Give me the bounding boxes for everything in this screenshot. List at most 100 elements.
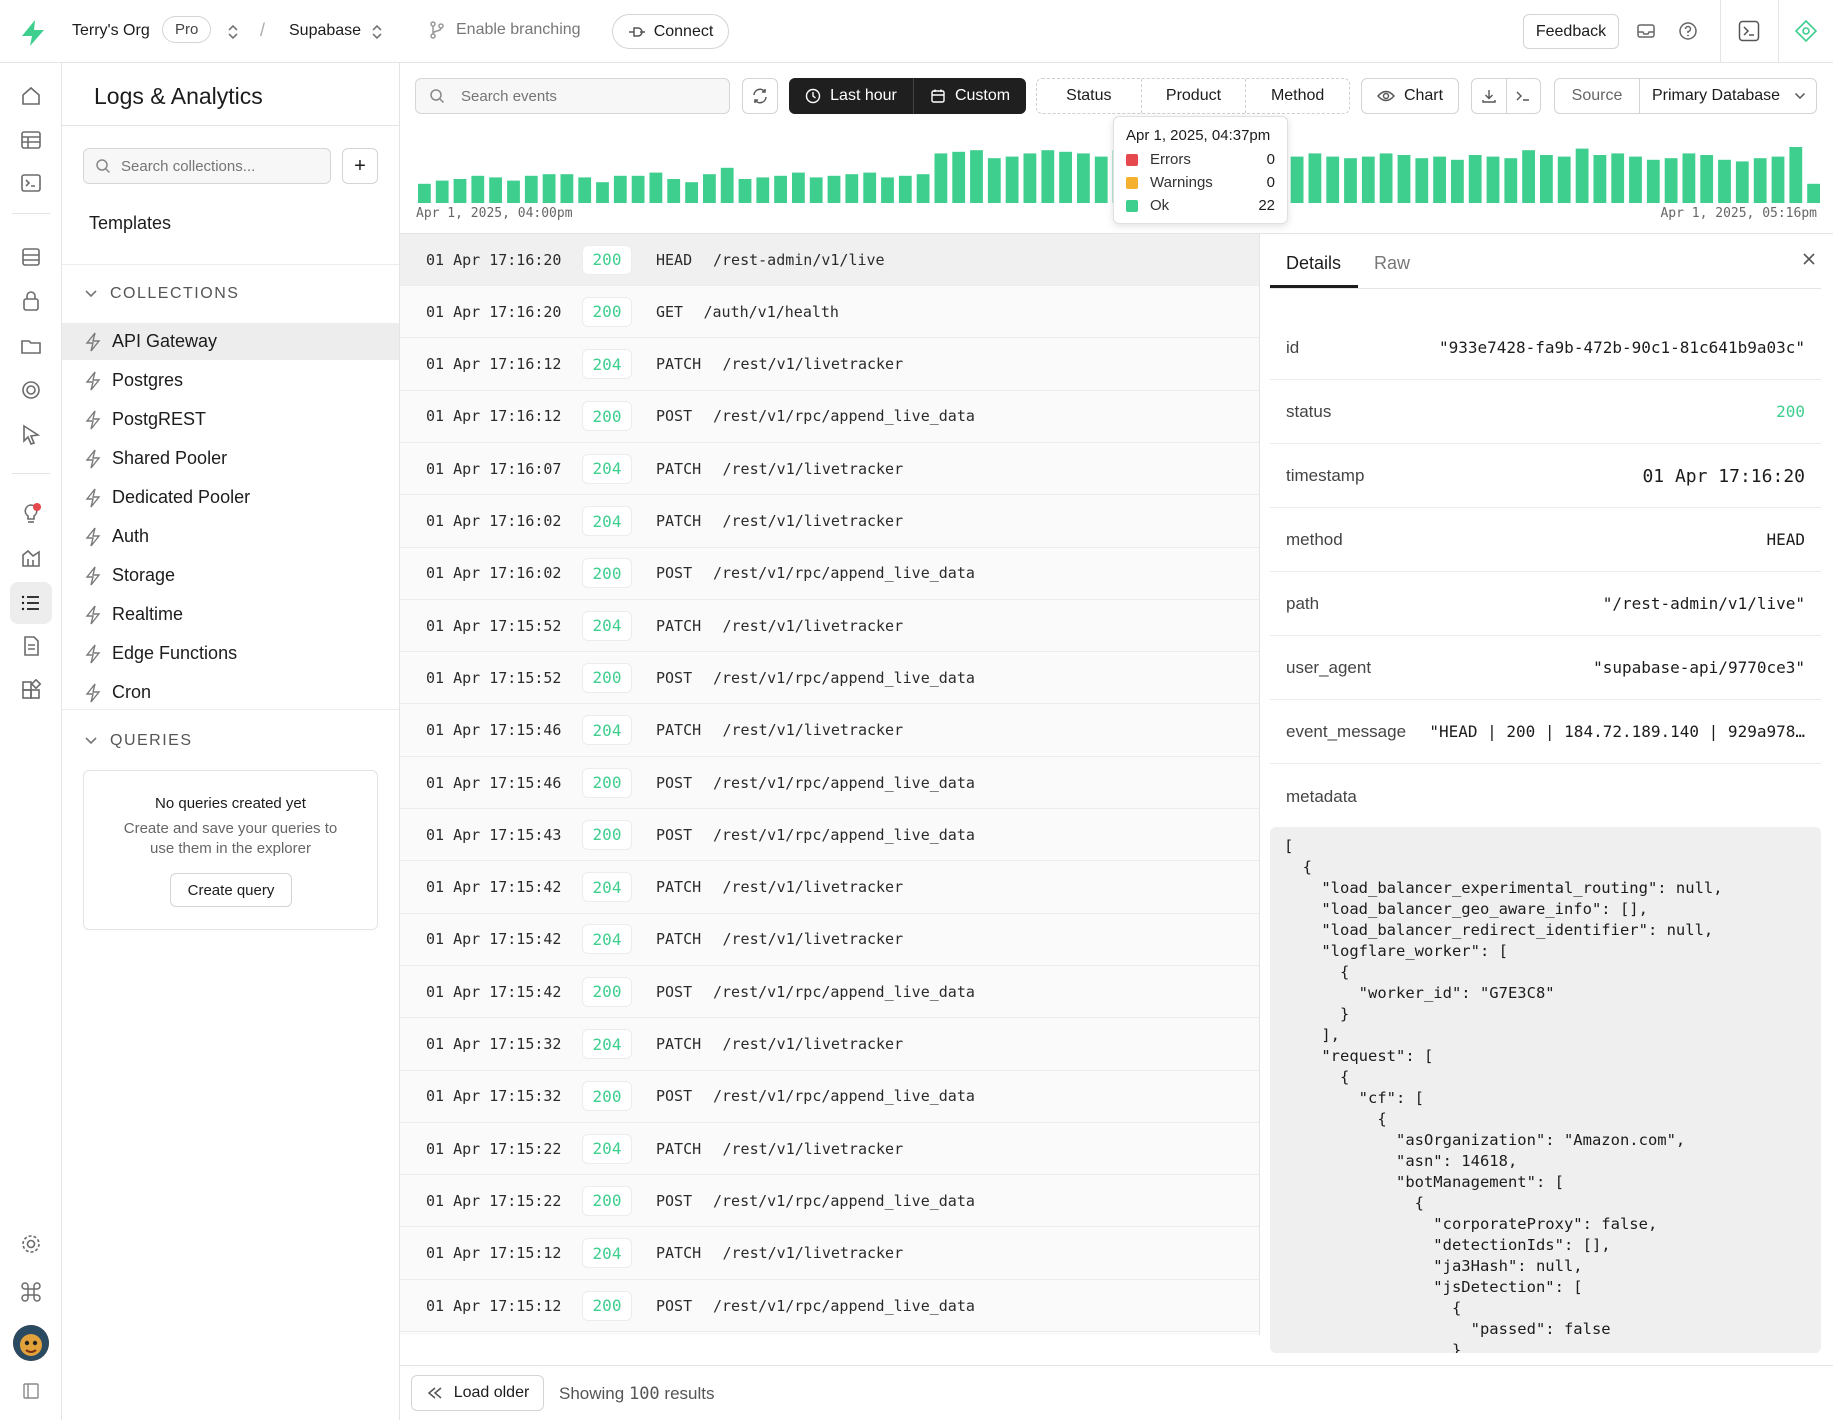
histogram-bar[interactable] [1308, 153, 1322, 203]
histogram-bar[interactable] [827, 175, 841, 203]
open-in-sql-button[interactable] [1507, 79, 1541, 113]
sidebar-item-collection[interactable]: Cron [62, 674, 399, 711]
histogram-bar[interactable] [578, 177, 592, 203]
table-editor-icon[interactable] [18, 127, 44, 153]
table-row[interactable]: 01 Apr 17:15:32 204 PATCH/rest/v1/livetrac… [400, 1018, 1259, 1071]
histogram-bar[interactable] [1397, 155, 1411, 203]
logs-nav-active[interactable] [10, 582, 52, 624]
histogram-bar[interactable] [1700, 155, 1714, 203]
histogram-bar[interactable] [1290, 156, 1304, 203]
org-switcher-chevron-icon[interactable] [226, 22, 240, 42]
sidebar-item-collection[interactable]: Auth [62, 518, 399, 555]
project-switcher-chevron-icon[interactable] [370, 22, 384, 42]
histogram-bar[interactable] [1326, 156, 1340, 203]
events-search-input[interactable] [459, 86, 713, 106]
database-icon[interactable] [18, 244, 44, 270]
histogram-bar[interactable] [560, 174, 574, 203]
table-row[interactable]: 01 Apr 17:15:52 200 POST/rest/v1/rpc/appen… [400, 652, 1259, 705]
histogram-bar[interactable] [1629, 156, 1642, 203]
table-row[interactable]: 01 Apr 17:15:42 200 POST/rest/v1/rpc/appen… [400, 966, 1259, 1019]
create-query-button[interactable]: Create query [170, 873, 292, 907]
last-hour-button[interactable]: Last hour [789, 78, 914, 114]
sidebar-item-collection[interactable]: Realtime [62, 596, 399, 633]
events-search[interactable] [415, 78, 730, 114]
sidebar-item-collection[interactable]: Shared Pooler [62, 440, 399, 477]
histogram-bar[interactable] [774, 175, 787, 203]
histogram-bar[interactable] [1379, 153, 1393, 203]
histogram-bar[interactable] [863, 172, 877, 203]
histogram-bar[interactable] [1807, 183, 1820, 203]
histogram-bar[interactable] [720, 167, 734, 203]
refresh-button[interactable] [742, 78, 778, 114]
help-icon[interactable] [1678, 21, 1698, 41]
status-filter[interactable]: Status [1037, 79, 1142, 113]
histogram-bar[interactable] [934, 153, 948, 203]
metadata-json[interactable]: [ { "load_balancer_experimental_routing"… [1270, 827, 1821, 1353]
table-row[interactable]: 01 Apr 17:15:46 200 POST/rest/v1/rpc/appen… [400, 757, 1259, 809]
download-button[interactable] [1472, 79, 1507, 113]
org-name[interactable]: Terry's Org [72, 22, 150, 40]
load-older-button[interactable]: Load older [411, 1375, 544, 1411]
advisors-icon[interactable] [18, 500, 44, 526]
method-filter[interactable]: Method [1246, 79, 1349, 113]
table-row[interactable]: 01 Apr 17:15:46 204 PATCH/rest/v1/livetrac… [400, 704, 1259, 757]
table-row[interactable]: 01 Apr 17:15:52 204 PATCH/rest/v1/livetrac… [400, 600, 1259, 653]
histogram-bar[interactable] [738, 179, 752, 203]
histogram-bar[interactable] [1504, 158, 1518, 203]
histogram-bar[interactable] [1664, 158, 1678, 203]
detail-row-event-message[interactable]: event_message "HEAD | 200 | 184.72.189.14… [1270, 700, 1821, 764]
collections-search[interactable] [83, 148, 331, 184]
sql-editor-icon[interactable] [18, 170, 44, 196]
sidebar-item-collection[interactable]: PostgREST [62, 401, 399, 438]
histogram-bar[interactable] [649, 172, 663, 203]
histogram-bar[interactable] [1540, 155, 1553, 203]
realtime-icon[interactable] [18, 377, 44, 403]
histogram-bar[interactable] [1041, 150, 1055, 203]
table-row[interactable]: 01 Apr 17:15:32 200 POST/rest/v1/rpc/appen… [400, 1070, 1259, 1123]
collapse-sidebar-icon[interactable] [18, 1378, 44, 1404]
project-name[interactable]: Supabase [289, 22, 361, 40]
terminal-icon[interactable] [1738, 20, 1760, 42]
table-row[interactable]: 01 Apr 17:16:12 200 POST/rest/v1/rpc/appen… [400, 390, 1259, 443]
histogram-bar[interactable] [1023, 153, 1037, 203]
table-row[interactable]: 01 Apr 17:16:02 200 POST/rest/v1/rpc/appen… [400, 547, 1259, 600]
histogram-bar[interactable] [489, 177, 502, 203]
chart-toggle-button[interactable]: Chart [1361, 78, 1459, 114]
histogram-bar[interactable] [1753, 158, 1767, 203]
avatar[interactable] [13, 1325, 49, 1361]
detail-row-status[interactable]: status 200 [1270, 380, 1821, 444]
detail-row-user-agent[interactable]: user_agent "supabase-api/9770ce3" [1270, 636, 1821, 700]
table-row[interactable]: 01 Apr 17:15:12 200 POST/rest/v1/rpc/appen… [400, 1280, 1259, 1332]
sidebar-item-collection[interactable]: Postgres [62, 362, 399, 399]
product-filter[interactable]: Product [1142, 79, 1247, 113]
histogram-bar[interactable] [453, 179, 467, 203]
sidebar-item-collection[interactable]: Dedicated Pooler [62, 479, 399, 516]
enable-branching-button[interactable]: Enable branching [428, 20, 581, 40]
custom-range-button[interactable]: Custom [914, 78, 1026, 114]
histogram-bar[interactable] [1415, 158, 1429, 203]
table-row[interactable]: 01 Apr 17:15:42 204 PATCH/rest/v1/livetrac… [400, 913, 1259, 966]
histogram-bar[interactable] [1433, 156, 1446, 203]
inbox-icon[interactable] [1636, 22, 1656, 40]
table-row[interactable]: 01 Apr 17:15:42 204 PATCH/rest/v1/livetrac… [400, 861, 1259, 914]
sidebar-item-collection[interactable]: API Gateway [62, 323, 399, 360]
histogram-bar[interactable] [1575, 148, 1589, 203]
histogram-bar[interactable] [1451, 159, 1464, 203]
histogram-bar[interactable] [667, 179, 681, 203]
integrations-icon[interactable] [18, 677, 44, 703]
histogram-bar[interactable] [952, 151, 966, 203]
histogram-bar[interactable] [792, 172, 805, 203]
histogram-bar[interactable] [1468, 155, 1482, 203]
histogram-bar[interactable] [1005, 156, 1019, 203]
reports-icon[interactable] [18, 545, 44, 571]
table-row[interactable]: 01 Apr 17:16:20 200 GET/auth/v1/health [400, 286, 1259, 339]
histogram-bar[interactable] [471, 175, 485, 203]
histogram-bar[interactable] [418, 183, 431, 203]
templates-link[interactable]: Templates [89, 213, 171, 234]
detail-row-method[interactable]: method HEAD [1270, 508, 1821, 572]
sidebar-item-collection[interactable]: Storage [62, 557, 399, 594]
source-selector[interactable]: Source Primary Database [1554, 78, 1817, 114]
histogram-bar[interactable] [809, 177, 823, 203]
histogram-bar[interactable] [1735, 161, 1749, 203]
queries-header[interactable]: QUERIES [84, 732, 193, 750]
